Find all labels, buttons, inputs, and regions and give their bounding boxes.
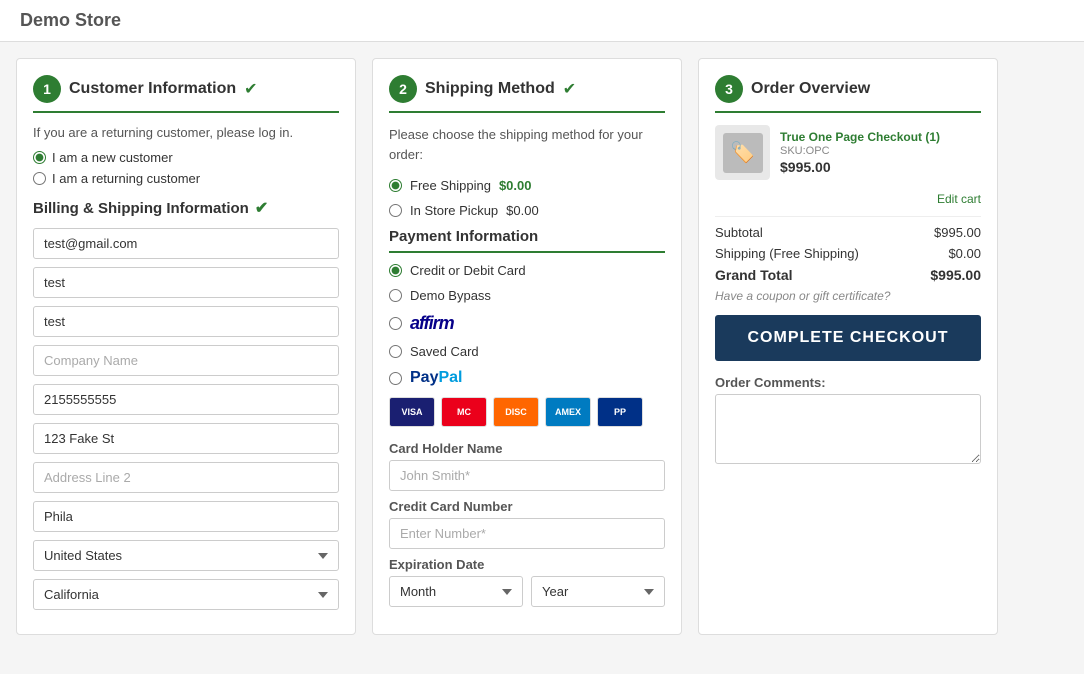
- card-number-label: Credit Card Number: [389, 499, 665, 514]
- shipping-section-header: 2 Shipping Method ✔: [389, 75, 665, 113]
- paypal-radio[interactable]: [389, 372, 402, 385]
- affirm-radio[interactable]: [389, 317, 402, 330]
- shipping-section: 2 Shipping Method ✔ Please choose the sh…: [372, 58, 682, 635]
- order-comments-label: Order Comments:: [715, 375, 981, 390]
- product-thumbnail: 🏷️: [715, 125, 770, 180]
- company-field[interactable]: [33, 345, 339, 376]
- instore-pickup-radio[interactable]: [389, 204, 402, 217]
- phone-field[interactable]: [33, 384, 339, 415]
- expiry-row: Month 01020304 05060708 09101112 Year 20…: [389, 576, 665, 615]
- paypal-card-logo: PP: [597, 397, 643, 427]
- customer-type-group: I am a new customer I am a returning cus…: [33, 150, 339, 186]
- mastercard-logo: MC: [441, 397, 487, 427]
- card-holder-field[interactable]: [389, 460, 665, 491]
- product-sku: SKU:OPC: [780, 145, 981, 157]
- country-select[interactable]: United States: [33, 540, 339, 571]
- shipping-check-icon: ✔: [563, 79, 576, 99]
- customer-section-title: Customer Information: [69, 80, 236, 98]
- free-shipping-label: Free Shipping: [410, 178, 491, 193]
- order-section: 3 Order Overview 🏷️ True One Page Checko…: [698, 58, 998, 635]
- expiry-month-select[interactable]: Month 01020304 05060708 09101112: [389, 576, 523, 607]
- instore-pickup-option[interactable]: In Store Pickup $0.00: [389, 203, 665, 218]
- last-name-field[interactable]: [33, 306, 339, 337]
- product-info: True One Page Checkout (1) SKU:OPC $995.…: [780, 130, 981, 176]
- header: Demo Store: [0, 0, 1084, 42]
- subtotal-label: Subtotal: [715, 225, 763, 240]
- step-1-circle: 1: [33, 75, 61, 103]
- city-field[interactable]: [33, 501, 339, 532]
- returning-customer-option[interactable]: I am a returning customer: [33, 171, 339, 186]
- product-price: $995.00: [780, 159, 981, 175]
- demo-bypass-radio[interactable]: [389, 289, 402, 302]
- address2-field[interactable]: [33, 462, 339, 493]
- demo-bypass-label: Demo Bypass: [410, 288, 491, 303]
- shipping-summary-value: $0.00: [948, 246, 981, 261]
- product-item: 🏷️ True One Page Checkout (1) SKU:OPC $9…: [715, 125, 981, 180]
- visa-logo: VISA: [389, 397, 435, 427]
- order-comments-textarea[interactable]: [715, 394, 981, 464]
- free-shipping-radio[interactable]: [389, 179, 402, 192]
- free-shipping-price: $0.00: [499, 178, 532, 193]
- state-select[interactable]: California: [33, 579, 339, 610]
- step-2-circle: 2: [389, 75, 417, 103]
- order-section-title: Order Overview: [751, 80, 870, 98]
- paypal-option[interactable]: PayPal: [389, 369, 665, 387]
- card-logos-row: VISA MC DISC AMEX PP: [389, 397, 665, 427]
- card-number-field[interactable]: [389, 518, 665, 549]
- main-container: 1 Customer Information ✔ If you are a re…: [0, 42, 1084, 651]
- card-holder-label: Card Holder Name: [389, 441, 665, 456]
- affirm-option[interactable]: affirm: [389, 313, 665, 334]
- shipping-summary-label: Shipping (Free Shipping): [715, 246, 859, 261]
- amex-logo: AMEX: [545, 397, 591, 427]
- grand-total-row: Grand Total $995.00: [715, 267, 981, 283]
- product-icon: 🏷️: [730, 140, 755, 165]
- product-name: True One Page Checkout (1): [780, 130, 981, 146]
- email-field[interactable]: [33, 228, 339, 259]
- instore-pickup-label: In Store Pickup: [410, 203, 498, 218]
- instore-pickup-price: $0.00: [506, 203, 539, 218]
- customer-section-header: 1 Customer Information ✔: [33, 75, 339, 113]
- step-3-circle: 3: [715, 75, 743, 103]
- first-name-field[interactable]: [33, 267, 339, 298]
- demo-bypass-option[interactable]: Demo Bypass: [389, 288, 665, 303]
- complete-checkout-button[interactable]: COMPLETE CHECKOUT: [715, 315, 981, 361]
- returning-customer-label: I am a returning customer: [52, 171, 200, 186]
- grand-total-value: $995.00: [930, 267, 981, 283]
- saved-card-option[interactable]: Saved Card: [389, 344, 665, 359]
- expiry-year-select[interactable]: Year 2024202520262027 202820292030: [531, 576, 665, 607]
- edit-cart-link[interactable]: Edit cart: [715, 192, 981, 206]
- new-customer-option[interactable]: I am a new customer: [33, 150, 339, 165]
- store-name: Demo Store: [20, 10, 121, 31]
- address1-field[interactable]: [33, 423, 339, 454]
- discover-logo: DISC: [493, 397, 539, 427]
- affirm-logo: affirm: [410, 313, 454, 334]
- free-shipping-option[interactable]: Free Shipping $0.00: [389, 178, 665, 193]
- billing-header: Billing & Shipping Information ✔: [33, 198, 339, 218]
- customer-section: 1 Customer Information ✔ If you are a re…: [16, 58, 356, 635]
- shipping-description: Please choose the shipping method for yo…: [389, 125, 665, 164]
- shipping-row: Shipping (Free Shipping) $0.00: [715, 246, 981, 261]
- saved-card-label: Saved Card: [410, 344, 479, 359]
- customer-check-icon: ✔: [244, 79, 257, 99]
- order-section-header: 3 Order Overview: [715, 75, 981, 113]
- divider-1: [715, 216, 981, 217]
- billing-check-icon: ✔: [255, 198, 268, 218]
- shipping-section-title: Shipping Method: [425, 80, 555, 98]
- thumb-inner: 🏷️: [723, 133, 763, 173]
- returning-customer-text: If you are a returning customer, please …: [33, 125, 339, 140]
- coupon-text: Have a coupon or gift certificate?: [715, 289, 981, 303]
- returning-customer-radio[interactable]: [33, 172, 46, 185]
- credit-card-radio[interactable]: [389, 264, 402, 277]
- expiry-label: Expiration Date: [389, 557, 665, 572]
- new-customer-label: I am a new customer: [52, 150, 173, 165]
- credit-card-label: Credit or Debit Card: [410, 263, 526, 278]
- subtotal-value: $995.00: [934, 225, 981, 240]
- saved-card-radio[interactable]: [389, 345, 402, 358]
- paypal-logo: PayPal: [410, 369, 462, 387]
- new-customer-radio[interactable]: [33, 151, 46, 164]
- credit-card-option[interactable]: Credit or Debit Card: [389, 263, 665, 278]
- subtotal-row: Subtotal $995.00: [715, 225, 981, 240]
- grand-total-label: Grand Total: [715, 267, 793, 283]
- payment-section-title: Payment Information: [389, 228, 665, 253]
